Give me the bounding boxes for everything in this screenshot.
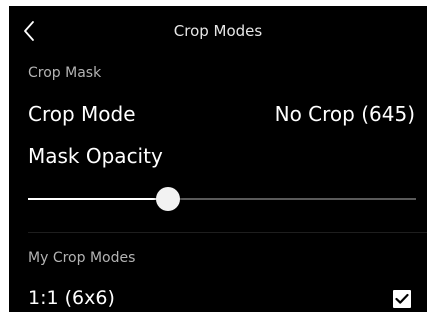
crop-mode-label[interactable]: Crop Mode [28, 102, 136, 126]
crop-mode-value[interactable]: No Crop (645) [275, 102, 415, 126]
mask-opacity-slider[interactable] [28, 186, 416, 212]
back-button[interactable] [19, 18, 39, 44]
mask-opacity-label: Mask Opacity [28, 144, 163, 168]
nav-bar: Crop Modes [9, 6, 427, 56]
section-header-my-crop-modes: My Crop Modes [28, 250, 136, 266]
chevron-left-icon [24, 21, 34, 41]
crop-modes-screen: Crop Modes Crop Mask Crop Mode No Crop (… [9, 6, 427, 312]
checkmark-icon [395, 293, 409, 304]
divider [28, 232, 427, 233]
page-title: Crop Modes [173, 22, 263, 40]
crop-mode-item-checkbox[interactable] [393, 290, 411, 308]
crop-mode-item-label[interactable]: 1:1 (6x6) [28, 287, 115, 309]
section-header-crop-mask: Crop Mask [28, 65, 102, 81]
slider-thumb[interactable] [156, 187, 180, 211]
slider-fill [28, 198, 168, 200]
